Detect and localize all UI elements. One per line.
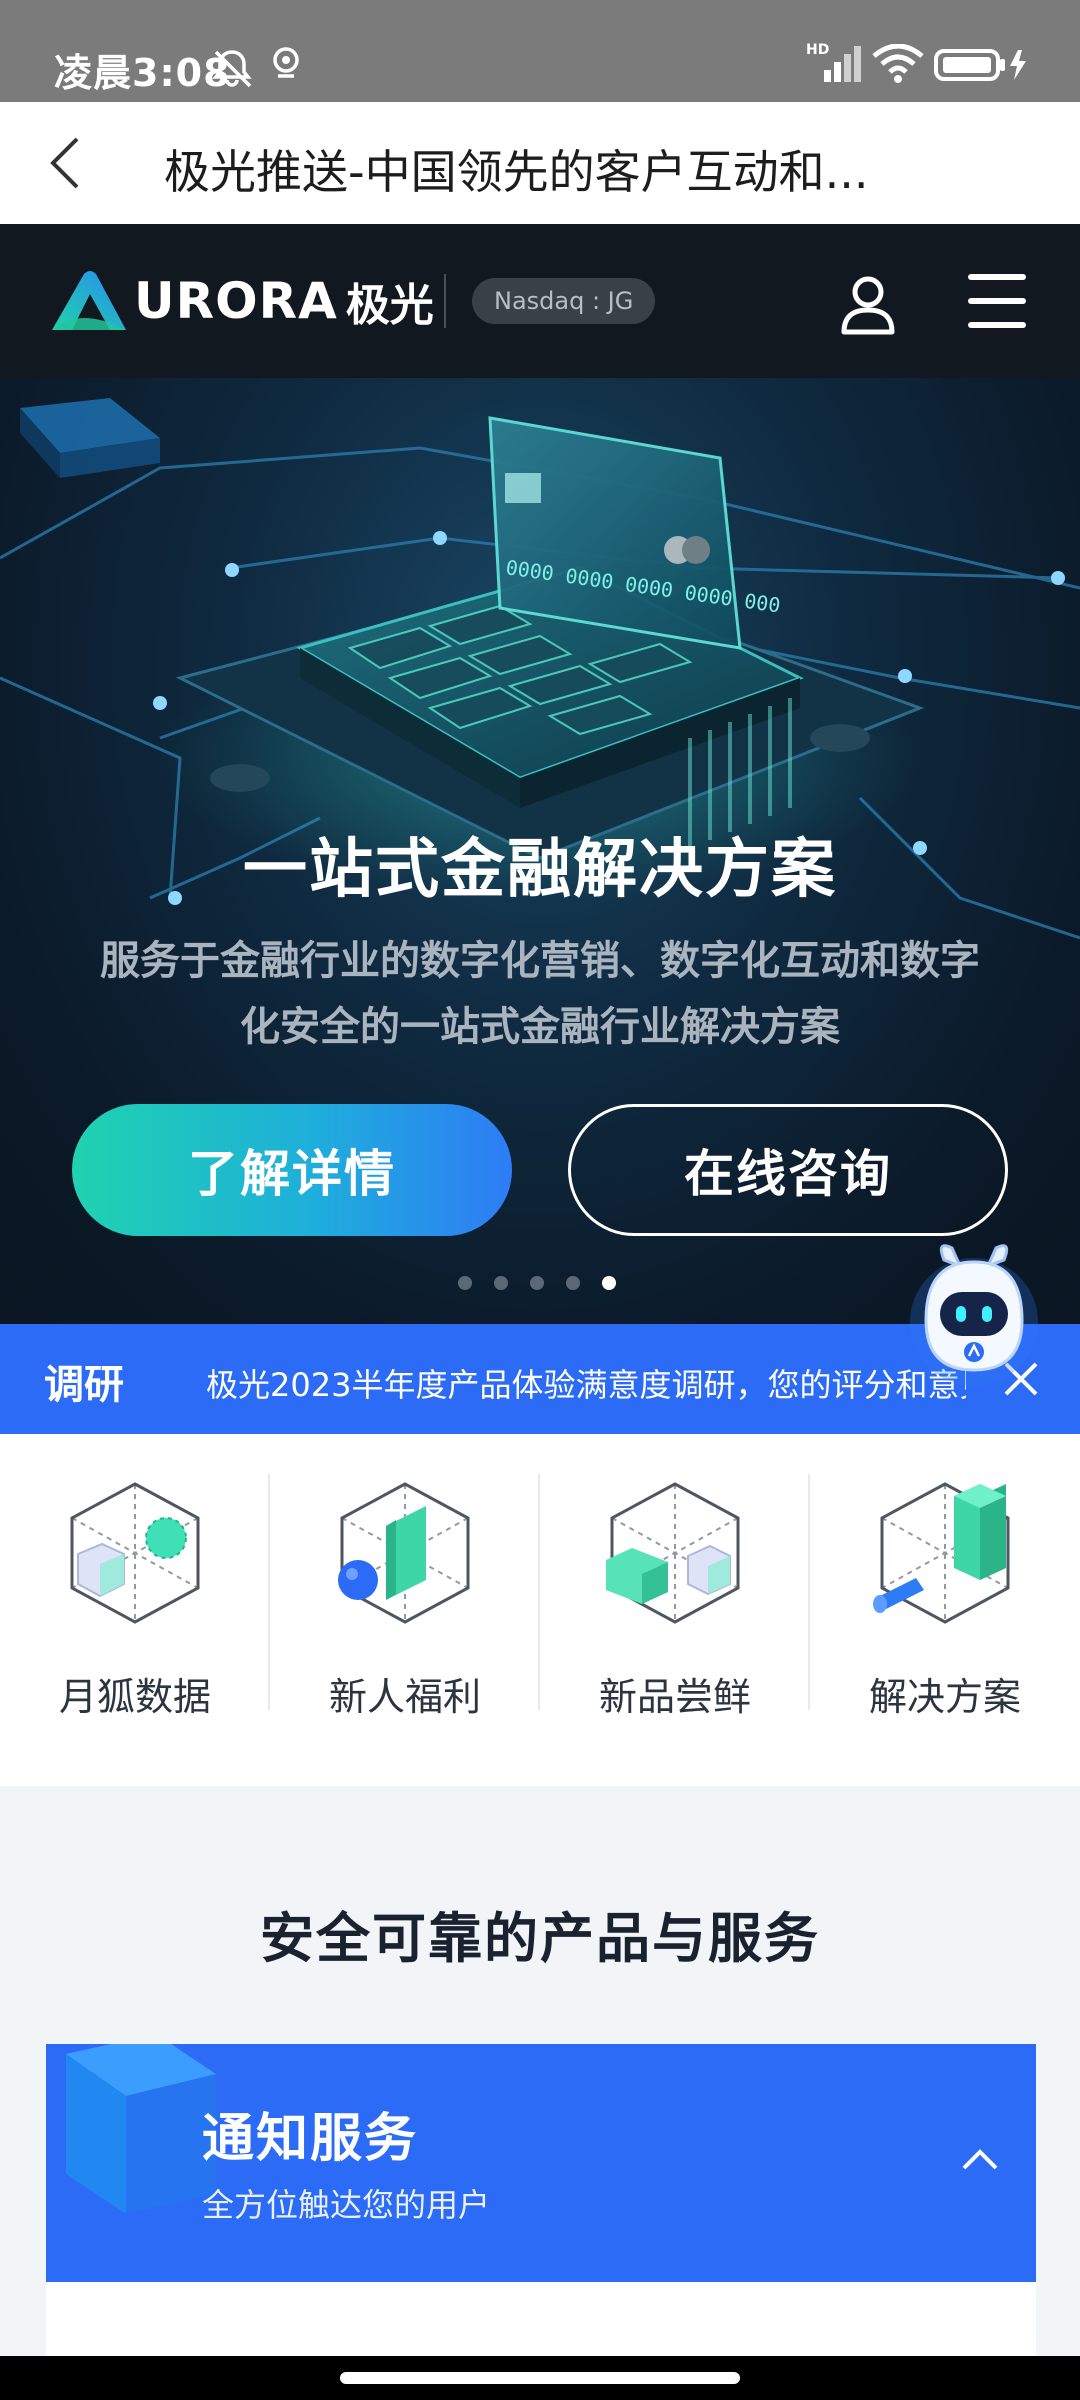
system-navigation-bar	[0, 2356, 1080, 2400]
quick-entry-label: 月狐数据	[58, 1675, 211, 1719]
card-body	[46, 2282, 1036, 2362]
chat-robot-button[interactable]	[906, 1240, 1042, 1390]
carousel-dot[interactable]	[530, 1276, 544, 1290]
data-cube-icon	[70, 1482, 200, 1624]
logo-text: URORA	[134, 272, 338, 330]
hamburger-line	[968, 322, 1026, 328]
hero-subtitle-line: 服务于金融行业的数字化营销、数字化互动和数字	[100, 938, 980, 984]
location-icon	[270, 46, 302, 86]
quick-entry-yuehu-data[interactable]: 月狐数据	[0, 1434, 270, 1786]
carousel-dot[interactable]	[458, 1276, 472, 1290]
carousel-dot-active[interactable]	[602, 1276, 616, 1290]
collapse-button[interactable]	[960, 2144, 1000, 2174]
section-title: 安全可靠的产品与服务	[260, 1907, 820, 1970]
status-bar: 凌晨3:08 HD	[0, 0, 1080, 102]
gift-cube-icon	[338, 1482, 470, 1624]
carousel-dot[interactable]	[566, 1276, 580, 1290]
stock-badge: Nasdaq : JG	[472, 278, 656, 324]
user-account-button[interactable]	[836, 272, 900, 336]
user-icon	[841, 276, 895, 335]
hero-title: 一站式金融解决方案	[243, 833, 837, 907]
quick-entry-new-products[interactable]: 新品尝鲜	[540, 1434, 810, 1786]
hero-banner[interactable]: 0000 0000 0000 0000 000 一站式金融解决方案 服务于金融行…	[0, 378, 1080, 1324]
quick-entry-solutions[interactable]: 解决方案	[810, 1434, 1080, 1786]
new-product-cube-icon	[606, 1482, 740, 1624]
robot-assistant-icon	[910, 1244, 1038, 1386]
status-time: 凌晨3:08	[54, 51, 231, 95]
quick-entries: 月狐数据 新人福利 新品尝鲜 解决方案	[0, 1434, 1080, 1786]
home-gesture-indicator[interactable]	[340, 2372, 740, 2384]
online-consult-button[interactable]: 在线咨询	[568, 1104, 1008, 1236]
notice-tag: 调研	[44, 1362, 124, 1408]
wifi-icon	[872, 44, 924, 84]
quick-entry-newcomer-benefits[interactable]: 新人福利	[270, 1434, 540, 1786]
card-subtitle: 全方位触达您的用户	[202, 2186, 491, 2224]
notice-text[interactable]: 极光2023半年度产品体验满意度调研，您的评分和意见	[206, 1360, 966, 1406]
carousel-indicators	[458, 1276, 616, 1290]
menu-button[interactable]	[968, 274, 1030, 330]
quick-entry-label: 解决方案	[868, 1675, 1021, 1719]
hamburger-line	[968, 298, 1026, 304]
aurora-logo[interactable]: URORA 极光	[50, 270, 434, 332]
battery-icon	[934, 48, 1028, 82]
chevron-left-icon	[50, 137, 79, 189]
mute-notification-icon	[210, 46, 254, 90]
quick-entry-label: 新人福利	[328, 1675, 481, 1719]
network-label: HD	[806, 42, 829, 58]
hamburger-icon	[968, 274, 1026, 280]
quick-entry-label: 新品尝鲜	[598, 1675, 751, 1719]
notification-service-card[interactable]: 通知服务 全方位触达您的用户	[46, 2044, 1036, 2282]
hero-subtitle: 服务于金融行业的数字化营销、数字化互动和数字 化安全的一站式金融行业解决方案	[50, 928, 1030, 1060]
aurora-logo-mark-icon	[52, 271, 126, 330]
solution-cube-icon	[873, 1482, 1010, 1624]
learn-more-button[interactable]: 了解详情	[72, 1104, 512, 1236]
chevron-up-icon	[962, 2149, 998, 2170]
hero-subtitle-line: 化安全的一站式金融行业解决方案	[240, 1004, 840, 1050]
browser-title-bar: 极光推送-中国领先的客户互动和...	[0, 102, 1080, 224]
back-button[interactable]	[30, 128, 100, 198]
card-title: 通知服务	[202, 2109, 419, 2169]
carousel-dot[interactable]	[494, 1276, 508, 1290]
page-title: 极光推送-中国领先的客户互动和...	[164, 145, 869, 199]
logo-divider	[444, 274, 446, 328]
logo-cn-text: 极光	[345, 280, 434, 331]
signal-icon: HD	[806, 40, 866, 86]
site-header: URORA 极光 Nasdaq : JG	[0, 224, 1080, 378]
